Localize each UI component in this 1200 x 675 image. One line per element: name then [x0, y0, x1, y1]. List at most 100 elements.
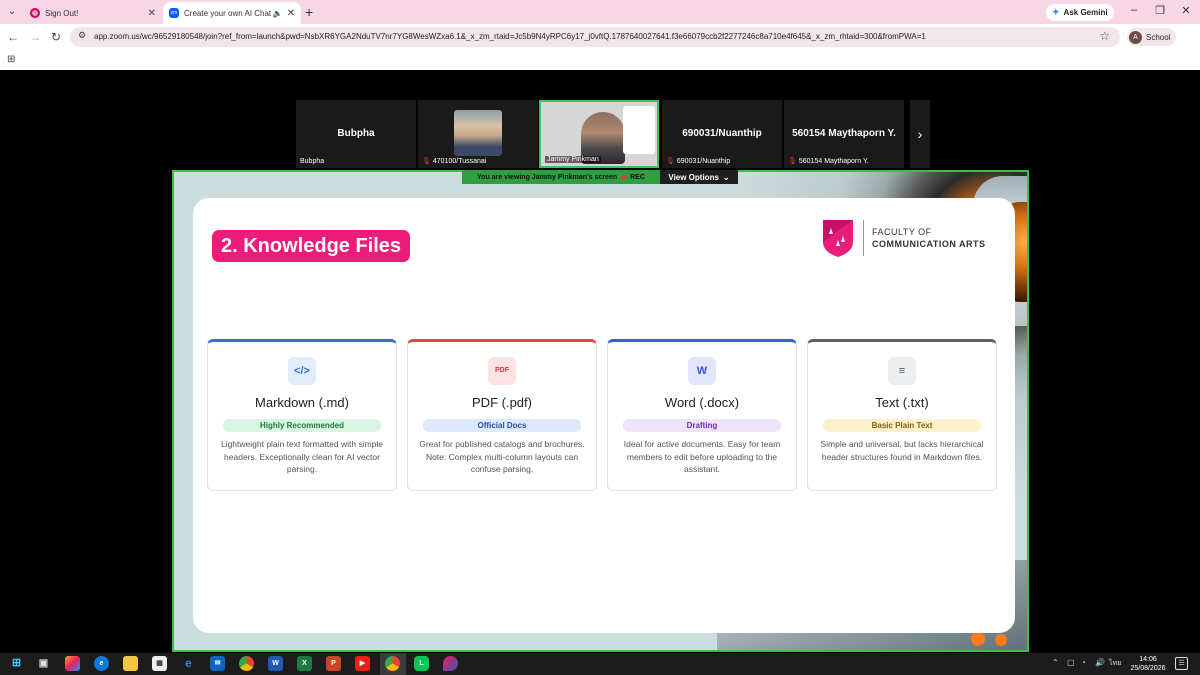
faculty-line-2: COMMUNICATION ARTS: [872, 239, 986, 249]
card-badge: Drafting: [623, 419, 781, 432]
profile-name: School: [1146, 32, 1171, 42]
profile-button[interactable]: A School: [1127, 28, 1177, 46]
chrome-profile-icon[interactable]: [385, 656, 400, 671]
windows-taskbar: ⊞ ▣ e ▦ e ✉ W X P ▶ L ⌃ ▢ ◔ 🔊 ไทย 14:06 …: [0, 653, 1200, 675]
notification-icon[interactable]: ☰: [1175, 657, 1188, 670]
apps-grid-icon[interactable]: ⊞: [7, 54, 15, 65]
file-type-card-word: W Word (.docx) Drafting Ideal for active…: [607, 339, 797, 491]
faculty-line-1: FACULTY OF: [872, 227, 932, 237]
card-description: Simple and universal, but lacks hierarch…: [820, 439, 984, 462]
zoom-meeting-area: Bubpha Bubpha 🎙 470100/Tussanai Jammy Pi…: [0, 70, 1200, 653]
tab-favicon-icon: [30, 8, 40, 18]
participant-label-text: 560154 Maythaporn Y.: [798, 157, 869, 165]
shared-screen: 2. Knowledge Files FACULTY OF COMMUNICAT…: [172, 170, 1029, 652]
card-description: Ideal for active documents. Easy for tea…: [623, 439, 781, 474]
clock-time: 14:06: [1139, 656, 1157, 663]
mail-icon[interactable]: ✉: [210, 656, 225, 671]
word-file-icon: W: [688, 357, 716, 385]
line-app-icon[interactable]: L: [414, 656, 429, 671]
task-view-icon[interactable]: ▣: [36, 656, 51, 671]
view-options-label: View Options: [668, 172, 719, 182]
recording-label: REC: [630, 173, 645, 181]
system-clock[interactable]: 14:06 25/08/2026: [1128, 655, 1168, 673]
text-file-icon: ≡: [888, 357, 916, 385]
volume-icon[interactable]: 🔊: [1095, 658, 1105, 667]
back-icon[interactable]: ←: [6, 30, 20, 44]
app-droplet-icon[interactable]: [443, 656, 458, 671]
file-type-card-pdf: PDF PDF (.pdf) Official Docs Great for p…: [407, 339, 597, 491]
wifi-icon[interactable]: ◔: [1081, 658, 1086, 667]
browser-tab-sign-out[interactable]: Sign Out! ✕: [24, 2, 162, 24]
bookmark-star-icon[interactable]: ☆: [1099, 29, 1110, 43]
screen-share-banner: You are viewing Jammy Pinkman's screen R…: [462, 170, 660, 184]
participant-display-name: Bubpha: [337, 128, 375, 139]
forward-icon[interactable]: →: [28, 30, 42, 44]
close-window-icon[interactable]: ✕: [1176, 4, 1196, 17]
browser-tab-bar: ⌄ Sign Out! ✕ zm Create your own AI Chat…: [0, 0, 1200, 24]
language-indicator[interactable]: ไทย: [1109, 658, 1121, 669]
participant-label: 🎙 560154 Maythaporn Y.: [788, 157, 869, 166]
excel-app-icon[interactable]: X: [297, 656, 312, 671]
bookmarks-bar: ⊞: [0, 50, 1200, 70]
clock-date: 25/08/2026: [1130, 665, 1166, 672]
faculty-logo-block: FACULTY OF COMMUNICATION ARTS: [821, 218, 986, 258]
edge-browser-icon[interactable]: e: [94, 656, 109, 671]
faculty-name: FACULTY OF COMMUNICATION ARTS: [872, 226, 986, 250]
file-type-card-markdown: </> Markdown (.md) Highly Recommended Li…: [207, 339, 397, 491]
youtube-icon[interactable]: ▶: [355, 656, 370, 671]
participant-tile[interactable]: Bubpha Bubpha: [296, 100, 416, 168]
new-tab-button[interactable]: +: [305, 4, 313, 20]
tray-device-icon[interactable]: ▢: [1067, 658, 1075, 667]
card-badge: Basic Plain Text: [823, 419, 981, 432]
card-badge: Official Docs: [423, 419, 581, 432]
participant-tile[interactable]: 560154 Maythaporn Y. 🎙 560154 Maythaporn…: [784, 100, 904, 168]
presentation-slide: 2. Knowledge Files FACULTY OF COMMUNICAT…: [193, 198, 1015, 633]
address-toolbar: ← → ↻ ⚙ app.zoom.us/wc/96529180548/join?…: [0, 24, 1200, 50]
participant-tile-active-speaker[interactable]: Jammy Pinkman: [539, 100, 659, 168]
tab-close-icon[interactable]: ✕: [287, 8, 295, 19]
gallery-next-chevron-icon[interactable]: ›: [910, 100, 930, 168]
minimize-icon[interactable]: –: [1124, 4, 1144, 16]
file-explorer-icon[interactable]: [123, 656, 138, 671]
card-badge: Highly Recommended: [223, 419, 381, 432]
muted-mic-icon: 🎙: [666, 158, 675, 165]
word-app-icon[interactable]: W: [268, 656, 283, 671]
url-text[interactable]: app.zoom.us/wc/96529180548/join?ref_from…: [94, 32, 926, 41]
store-icon[interactable]: ▦: [152, 656, 167, 671]
view-options-button[interactable]: View Options ⌄: [660, 170, 738, 184]
internet-explorer-icon[interactable]: e: [181, 656, 196, 671]
reload-icon[interactable]: ↻: [49, 30, 63, 44]
powerpoint-app-icon[interactable]: P: [326, 656, 341, 671]
pdf-file-icon: PDF: [488, 357, 516, 385]
card-title: Markdown (.md): [255, 395, 349, 410]
ask-gemini-button[interactable]: ✦ Ask Gemini: [1046, 4, 1114, 21]
card-title: Text (.txt): [875, 395, 929, 410]
card-title: PDF (.pdf): [472, 395, 532, 410]
chrome-icon[interactable]: [239, 656, 254, 671]
copilot-icon[interactable]: [65, 656, 80, 671]
site-info-icon[interactable]: ⚙: [78, 30, 86, 41]
participant-label-text: 470100/Tussanai: [432, 157, 487, 165]
school-poster: [623, 106, 655, 154]
file-type-card-text: ≡ Text (.txt) Basic Plain Text Simple an…: [807, 339, 997, 491]
tray-chevron-up-icon[interactable]: ⌃: [1052, 658, 1059, 667]
participant-label: 🎙 690031/Nuanthip: [666, 157, 730, 166]
zoom-favicon-icon: zm: [169, 8, 179, 18]
participant-tile[interactable]: 690031/Nuanthip 🎙 690031/Nuanthip: [662, 100, 782, 168]
address-bar[interactable]: ⚙ app.zoom.us/wc/96529180548/join?ref_fr…: [70, 27, 1120, 47]
tab-close-icon[interactable]: ✕: [148, 8, 156, 19]
participant-label-text: Bubpha: [300, 158, 325, 165]
faculty-divider: [863, 220, 864, 256]
tab-search-chevron-icon[interactable]: ⌄: [4, 4, 20, 20]
tab-audio-icon[interactable]: 🔈: [273, 9, 283, 18]
participant-display-name: 690031/Nuanthip: [682, 128, 762, 139]
windows-start-icon[interactable]: ⊞: [9, 656, 24, 671]
tab-title: Create your own AI Chatbot: [184, 8, 271, 18]
slide-title: 2. Knowledge Files: [212, 230, 411, 262]
participant-tile[interactable]: 🎙 470100/Tussanai: [418, 100, 538, 168]
restore-icon[interactable]: ❐: [1150, 4, 1170, 17]
viewing-screen-text: You are viewing Jammy Pinkman's screen: [477, 173, 618, 181]
participant-label: Bubpha: [300, 158, 324, 165]
browser-tab-zoom[interactable]: zm Create your own AI Chatbot 🔈 ✕: [163, 2, 301, 24]
card-description: Lightweight plain text formatted with si…: [220, 439, 384, 474]
